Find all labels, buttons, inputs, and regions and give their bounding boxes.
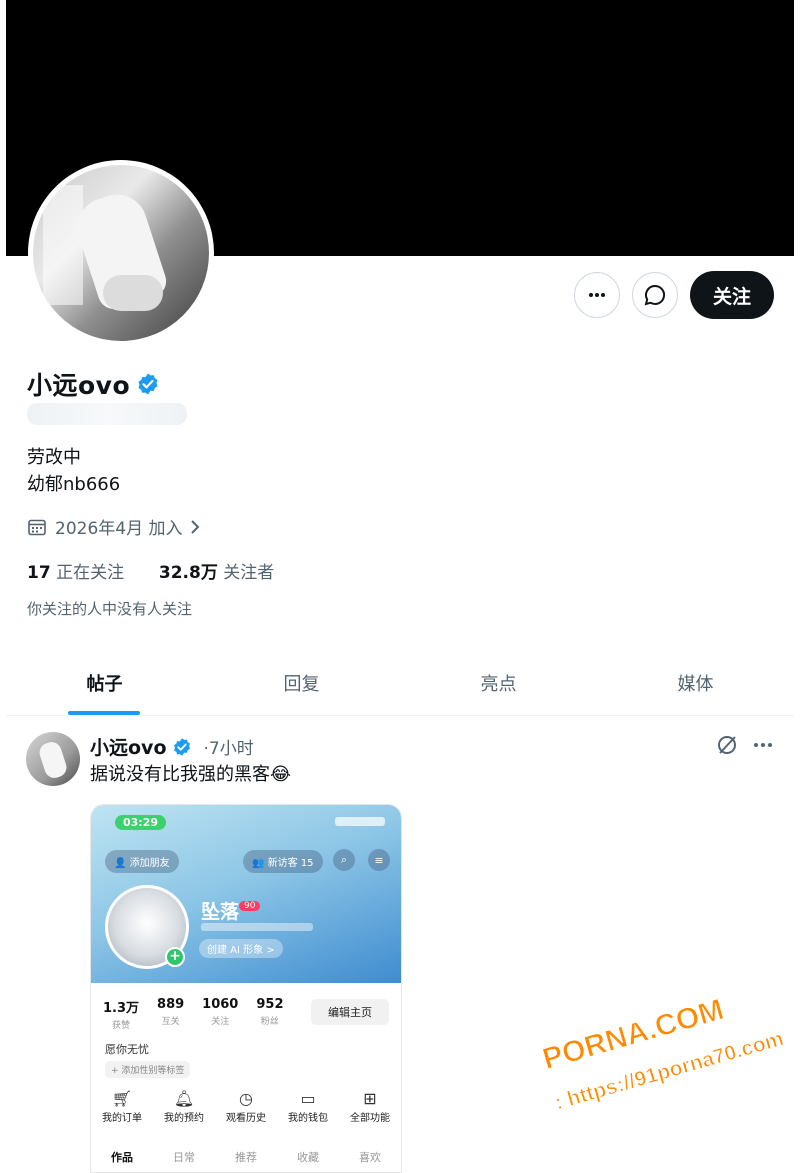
stat-label: 粉丝 (260, 1017, 279, 1027)
tab-highlights[interactable]: 亮点 (400, 650, 597, 715)
avatar-image (33, 165, 209, 341)
embedded-new-visitors-label: 新访客 15 (267, 858, 314, 869)
mutual-followers-note: 你关注的人中没有人关注 (27, 600, 193, 618)
embedded-ai-button: 创建 AI 形象 > (199, 939, 283, 958)
embedded-stat: 889 互关 (157, 997, 184, 1031)
embedded-tab: 收藏 (297, 1151, 319, 1164)
stat-label: 获赞 (112, 1021, 131, 1031)
quick-action-label: 我的预约 (164, 1113, 204, 1124)
embedded-stat: 952 粉丝 (256, 997, 283, 1031)
quick-action-label: 我的订单 (102, 1113, 142, 1124)
quick-action-label: 观看历史 (226, 1113, 266, 1124)
cart-icon: 🛒︎ (111, 1089, 133, 1108)
embedded-tab: 喜欢 (359, 1151, 381, 1164)
bio-line-2: 幼郁nb666 (27, 474, 121, 495)
quick-action: ▭ 我的钱包 (288, 1089, 328, 1124)
embedded-stat: 1060 关注 (202, 997, 238, 1031)
stat-label: 关注 (211, 1017, 230, 1027)
message-button[interactable] (632, 272, 678, 318)
profile-name-row: 小远ovo (27, 366, 160, 402)
embedded-status-icons (335, 817, 385, 826)
bio-line-1: 劳改中 (27, 447, 81, 468)
embedded-signature: 愿你无忧 (105, 1043, 149, 1056)
wallet-icon: ▭ (300, 1089, 316, 1108)
embedded-username: 坠落 (201, 901, 240, 923)
post-more-icon[interactable] (752, 734, 774, 756)
stat-label: 互关 (161, 1017, 180, 1027)
stat-value: 952 (256, 997, 284, 1012)
profile-handle-blurred (27, 403, 187, 425)
chevron-right-icon (191, 519, 200, 534)
post-text: 据说没有比我强的黑客😂 (90, 764, 292, 785)
more-icon (589, 293, 605, 297)
follow-button[interactable]: 关注 (690, 271, 774, 319)
clock-icon: ◷ (239, 1089, 253, 1108)
embedded-tag-hint: + 添加性别等标签 (105, 1061, 191, 1078)
calendar-icon (28, 519, 46, 535)
add-user-icon: 👤 (114, 858, 127, 869)
profile-bio: 劳改中 幼郁nb666 (27, 444, 120, 498)
followers-count: 32.8万 (158, 563, 218, 583)
quick-action: ◷ 观看历史 (226, 1089, 266, 1124)
quick-action: ⊞ 全部功能 (350, 1089, 390, 1124)
post-header: 小远ovo ·7小时 (90, 733, 254, 760)
more-button[interactable] (574, 272, 620, 318)
tab-replies[interactable]: 回复 (203, 650, 400, 715)
joined-text: 2026年4月 加入 (55, 519, 183, 539)
following-link[interactable]: 17 正在关注 (27, 563, 124, 583)
verified-badge-icon (138, 373, 158, 395)
profile-tabs: 帖子 回复 亮点 媒体 (6, 650, 794, 716)
embedded-edit-button: 编辑主页 (311, 999, 389, 1025)
tab-posts[interactable]: 帖子 (6, 650, 203, 715)
following-count: 17 (27, 563, 51, 583)
embedded-new-visitors: 👥 新访客 15 (243, 850, 323, 873)
embedded-add-friend: 👤 添加朋友 (105, 850, 179, 873)
plus-icon: + (165, 947, 185, 967)
tab-media[interactable]: 媒体 (597, 650, 794, 715)
quick-action-label: 全部功能 (350, 1113, 390, 1124)
embedded-tab: 作品 (111, 1151, 133, 1164)
following-label: 正在关注 (56, 563, 125, 583)
post-image[interactable]: 03:29 👤 添加朋友 👥 新访客 15 ⌕ ≡ + 坠落 90 创建 AI … (90, 804, 402, 1173)
embedded-quick-actions: 🛒︎ 我的订单 🔔︎ 我的预约 ◷ 观看历史 ▭ 我的钱包 ⊞ 全部功能 (91, 1089, 401, 1124)
search-icon: ⌕ (333, 849, 355, 871)
post-author-name[interactable]: 小远ovo (90, 733, 167, 760)
embedded-user-id-blurred (201, 923, 313, 931)
embedded-stat: 1.3万获赞 (103, 997, 139, 1031)
embedded-tab: 日常 (173, 1151, 195, 1164)
embedded-tabs: 作品 日常 推荐 收藏 喜欢 (91, 1149, 401, 1165)
stat-value: 889 (157, 997, 185, 1012)
quick-action-label: 我的钱包 (288, 1113, 328, 1124)
bell-icon: 🔔︎ (173, 1089, 195, 1108)
joined-date[interactable]: 2026年4月 加入 (27, 514, 212, 539)
quick-action: 🛒︎ 我的订单 (102, 1089, 142, 1124)
quick-action: 🔔︎ 我的预约 (164, 1089, 204, 1124)
post-author-avatar[interactable] (26, 732, 80, 786)
embedded-level-badge: 90 (239, 901, 261, 911)
profile-avatar[interactable] (28, 160, 214, 346)
verified-badge-icon (173, 737, 190, 756)
embedded-tab: 推荐 (235, 1151, 257, 1164)
embedded-clock: 03:29 (115, 815, 167, 830)
grok-icon[interactable] (716, 734, 738, 756)
post-actions (716, 734, 774, 756)
menu-icon: ≡ (368, 849, 390, 871)
embedded-stats: 1.3万获赞 889 互关 1060 关注 952 粉丝 (103, 997, 284, 1031)
grid-icon: ⊞ (363, 1089, 377, 1108)
post-timestamp[interactable]: ·7小时 (204, 734, 254, 759)
followers-label: 关注者 (223, 563, 275, 583)
stat-value: 1.3万 (103, 1001, 140, 1016)
profile-name: 小远ovo (27, 371, 131, 400)
stat-value: 1060 (202, 997, 239, 1012)
visitors-icon: 👥 (252, 858, 265, 869)
followers-link[interactable]: 32.8万 关注者 (159, 563, 274, 583)
embedded-add-friend-label: 添加朋友 (129, 858, 170, 869)
message-icon (644, 284, 666, 306)
follow-stats: 17 正在关注 32.8万 关注者 (27, 558, 274, 583)
